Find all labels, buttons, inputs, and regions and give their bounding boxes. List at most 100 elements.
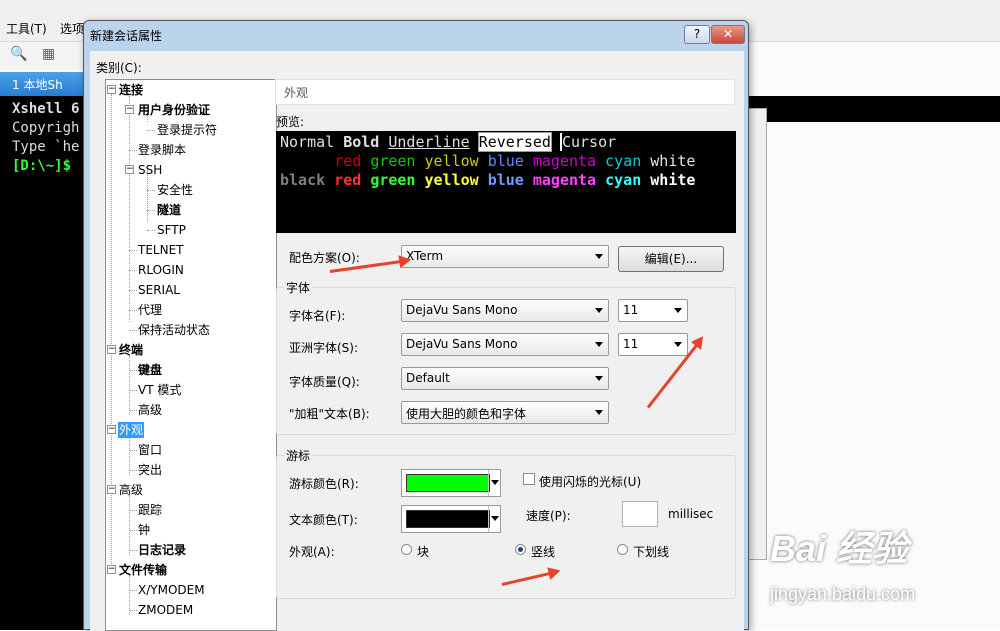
- expand-toggle-icon[interactable]: −: [107, 345, 116, 354]
- preview-reversed: Reversed: [477, 132, 552, 152]
- bold-text-select[interactable]: 使用大胆的颜色和字体: [401, 401, 609, 424]
- preview-underline: Underline: [388, 133, 470, 151]
- expand-toggle-icon[interactable]: −: [107, 85, 116, 94]
- asian-font-size-select[interactable]: 11: [618, 333, 688, 356]
- cursor-color-swatch: [406, 474, 490, 492]
- font-quality-select[interactable]: Default: [401, 367, 609, 390]
- tree-item-login-scripts[interactable]: 登录脚本: [138, 142, 186, 158]
- asian-font-label: 亚洲字体(S):: [289, 341, 359, 355]
- tree-item-login-prompts[interactable]: 登录提示符: [157, 122, 217, 138]
- session-properties-dialog: 新建会话属性 ? ✕ 类别(C): − 连接 − 用户身份验证 登录提示符 登录…: [83, 20, 749, 631]
- expand-toggle-icon[interactable]: −: [125, 165, 134, 174]
- preview-normal: Normal: [280, 133, 335, 151]
- tree-item-proxy[interactable]: 代理: [138, 302, 162, 318]
- tree-item-trace[interactable]: 跟踪: [138, 502, 162, 518]
- expand-toggle-icon[interactable]: −: [125, 105, 134, 114]
- edit-scheme-button[interactable]: 编辑(E)...: [618, 246, 724, 272]
- font-size-select[interactable]: 11: [618, 299, 688, 322]
- cursor-color-label: 游标颜色(R):: [289, 477, 359, 491]
- session-tab[interactable]: 1 本地Sh: [0, 72, 90, 96]
- preview-color-cyan: cyan: [605, 152, 642, 170]
- blink-cursor-checkbox[interactable]: [523, 473, 535, 485]
- tree-item-connection[interactable]: 连接: [119, 82, 143, 98]
- font-name-select[interactable]: DejaVu Sans Mono: [401, 299, 609, 322]
- layout-icon[interactable]: ▦: [42, 46, 55, 62]
- section-header: 外观: [275, 79, 735, 105]
- tree-item-keyboard[interactable]: 键盘: [138, 362, 162, 378]
- chevron-down-icon: [595, 254, 603, 259]
- tree-item-keep-alive[interactable]: 保持活动状态: [138, 322, 210, 338]
- tree-item-security[interactable]: 安全性: [157, 182, 193, 198]
- speed-input[interactable]: [622, 501, 658, 527]
- bold-text-label: "加粗"文本(B):: [289, 407, 370, 421]
- shape-block-radio[interactable]: [401, 544, 412, 555]
- text-color-picker[interactable]: [401, 505, 501, 533]
- preview-color-green: green: [370, 152, 416, 170]
- background-toolbar: 🔍 ▦: [0, 42, 90, 70]
- blink-cursor-label: 使用闪烁的光标(U): [539, 475, 642, 489]
- shape-vline-radio[interactable]: [515, 544, 526, 555]
- tree-item-terminal-advanced[interactable]: 高级: [138, 402, 162, 418]
- menu-tools[interactable]: 工具(T): [6, 20, 47, 37]
- category-tree[interactable]: − 连接 − 用户身份验证 登录提示符 登录脚本 − SSH 安全性 隧道 SF…: [105, 79, 277, 631]
- tree-item-zmodem[interactable]: ZMODEM: [138, 602, 193, 618]
- preview-color-magenta: magenta: [532, 152, 597, 170]
- tree-item-telnet[interactable]: TELNET: [138, 242, 184, 258]
- search-icon[interactable]: 🔍: [10, 46, 27, 62]
- tree-item-authentication[interactable]: 用户身份验证: [138, 102, 210, 118]
- preview-cursor: Cursor: [559, 133, 617, 151]
- baidu-watermark: Bai 经验 jingyan.baidu.com: [770, 520, 1000, 630]
- preview-bold: Bold: [343, 133, 380, 151]
- chevron-down-icon: [595, 308, 603, 313]
- chevron-down-icon: [595, 376, 603, 381]
- asian-font-select[interactable]: DejaVu Sans Mono: [401, 333, 609, 356]
- chevron-down-icon: [674, 308, 682, 313]
- tree-item-serial[interactable]: SERIAL: [138, 282, 180, 298]
- preview-color-red: red: [334, 152, 362, 170]
- shape-vline-label: 竖线: [531, 545, 556, 559]
- tree-item-tunneling[interactable]: 隧道: [157, 202, 181, 218]
- preview-bright-red: red: [334, 171, 362, 189]
- cursor-color-picker[interactable]: [401, 469, 501, 497]
- dialog-title: 新建会话属性: [90, 29, 163, 43]
- preview-color-white: white: [650, 152, 696, 170]
- terminal-preview: Normal Bold Underline Reversed Cursor re…: [276, 131, 736, 233]
- chevron-down-icon: [488, 470, 500, 496]
- tree-item-window[interactable]: 窗口: [138, 442, 162, 458]
- tree-item-file-transfer[interactable]: 文件传输: [119, 562, 167, 578]
- font-quality-label: 字体质量(Q):: [289, 375, 360, 389]
- tree-item-highlight[interactable]: 突出: [138, 462, 162, 478]
- watermark-logo: Bai 经验: [770, 528, 909, 569]
- preview-bright-yellow: yellow: [424, 171, 479, 189]
- tree-item-appearance[interactable]: 外观: [118, 422, 145, 438]
- chevron-down-icon: [595, 410, 603, 415]
- expand-toggle-icon[interactable]: −: [107, 485, 116, 494]
- speed-label: 速度(P):: [526, 509, 571, 523]
- font-group-title: 字体: [284, 279, 313, 296]
- help-button[interactable]: ?: [684, 25, 710, 44]
- tree-item-vt-mode[interactable]: VT 模式: [138, 382, 181, 398]
- expand-toggle-icon[interactable]: −: [107, 425, 116, 434]
- font-name-label: 字体名(F):: [289, 309, 346, 323]
- preview-color-black: black: [280, 171, 326, 189]
- dialog-body: 类别(C): − 连接 − 用户身份验证 登录提示符 登录脚本 − SSH 安全…: [90, 51, 744, 631]
- tree-item-bell[interactable]: 钟: [138, 522, 150, 538]
- speed-unit-label: millisec: [668, 507, 714, 521]
- chevron-down-icon: [488, 506, 500, 532]
- text-color-swatch: [406, 510, 490, 528]
- tree-item-ssh[interactable]: SSH: [138, 162, 162, 178]
- tree-item-xymodem[interactable]: X/YMODEM: [138, 582, 205, 598]
- cursor-group-title: 游标: [284, 447, 313, 464]
- tree-item-advanced[interactable]: 高级: [119, 482, 143, 498]
- tree-item-sftp[interactable]: SFTP: [157, 222, 186, 238]
- tree-item-terminal[interactable]: 终端: [119, 342, 143, 358]
- tree-item-rlogin[interactable]: RLOGIN: [138, 262, 184, 278]
- shape-underline-radio[interactable]: [617, 544, 628, 555]
- expand-toggle-icon[interactable]: −: [107, 565, 116, 574]
- close-button[interactable]: ✕: [711, 25, 745, 44]
- tree-item-logging[interactable]: 日志记录: [138, 542, 186, 558]
- menu-options[interactable]: 选项: [60, 20, 84, 37]
- preview-label: 预览:: [276, 115, 305, 129]
- color-scheme-select[interactable]: XTerm: [401, 245, 609, 268]
- shape-underline-label: 下划线: [633, 545, 670, 559]
